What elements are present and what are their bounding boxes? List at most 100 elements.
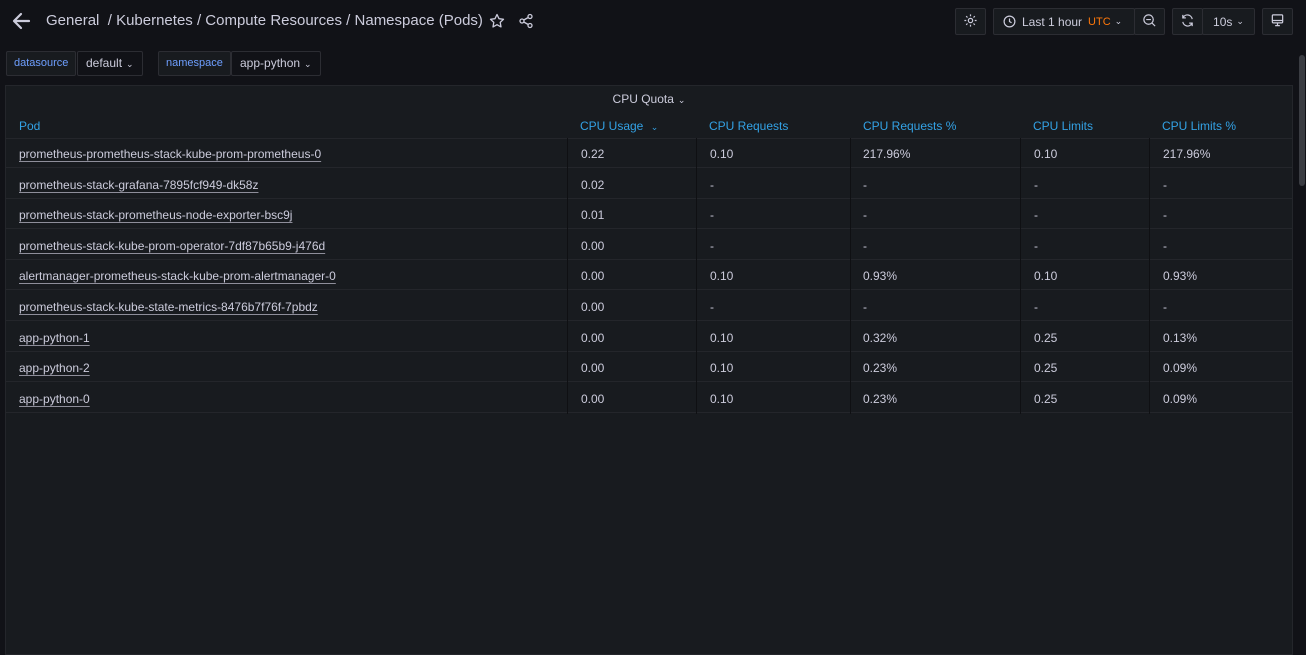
cell-pod[interactable]: app-python-1 bbox=[19, 331, 90, 345]
table-row: prometheus-prometheus-stack-kube-prom-pr… bbox=[6, 138, 1292, 168]
cell-cpu-limits: 0.25 bbox=[1034, 361, 1058, 376]
cell-cpu-limits-pct: 0.09% bbox=[1163, 361, 1198, 376]
cell-cpu-limits-pct: 217.96% bbox=[1163, 147, 1211, 161]
cell-cpu-limits: - bbox=[1034, 177, 1038, 192]
refresh-button[interactable] bbox=[1172, 8, 1203, 35]
dashboard-title[interactable]: Kubernetes / Compute Resources / Namespa… bbox=[116, 12, 483, 29]
cell-pod[interactable]: prometheus-stack-grafana-7895fcf949-dk58… bbox=[19, 178, 258, 192]
cell-pod[interactable]: prometheus-stack-prometheus-node-exporte… bbox=[19, 208, 292, 222]
time-range-label: Last 1 hour bbox=[1022, 14, 1083, 29]
sort-desc-icon: ⌄ bbox=[650, 122, 659, 132]
column-divider bbox=[850, 138, 851, 414]
cell-cpu-limits-pct: 0.13% bbox=[1163, 330, 1198, 345]
star-icon[interactable] bbox=[489, 13, 505, 29]
cell-cpu-requests: 0.10 bbox=[710, 330, 734, 345]
cell-cpu-usage: 0.00 bbox=[581, 391, 605, 406]
cell-cpu-limits: - bbox=[1034, 238, 1038, 253]
panel-title[interactable]: CPU Quota ⌄ bbox=[6, 92, 1292, 106]
cell-cpu-requests: - bbox=[710, 238, 714, 253]
tv-mode-button[interactable] bbox=[1262, 8, 1293, 35]
cell-cpu-limits-pct: - bbox=[1163, 208, 1167, 223]
cell-cpu-usage: 0.00 bbox=[581, 269, 605, 284]
refresh-icon bbox=[1180, 13, 1195, 31]
chevron-down-icon: ⌄ bbox=[1114, 16, 1123, 26]
cell-cpu-requests-pct: - bbox=[863, 300, 867, 314]
timezone-label: UTC bbox=[1088, 15, 1111, 28]
table-header: Pod CPU Usage ⌄ CPU Requests CPU Request… bbox=[6, 114, 1292, 139]
cell-cpu-requests: 0.10 bbox=[710, 269, 734, 284]
cell-cpu-usage: 0.00 bbox=[581, 330, 605, 345]
chevron-down-icon: ⌄ bbox=[677, 95, 686, 105]
cell-cpu-limits-pct: - bbox=[1163, 238, 1167, 253]
time-range-picker[interactable]: Last 1 hour UTC ⌄ bbox=[993, 8, 1135, 35]
cell-pod[interactable]: prometheus-stack-kube-prom-operator-7df8… bbox=[19, 239, 325, 253]
variable-label-namespace: namespace bbox=[158, 51, 231, 76]
cell-cpu-requests-pct: 0.23% bbox=[863, 361, 898, 376]
column-divider bbox=[567, 138, 568, 414]
refresh-interval-picker[interactable]: 10s ⌄ bbox=[1202, 8, 1255, 35]
page-scrollbar[interactable] bbox=[1299, 55, 1305, 186]
table-row: app-python-1 0.00 0.10 0.32% 0.25 0.13% bbox=[6, 322, 1292, 352]
variable-value-datasource: default bbox=[86, 56, 123, 70]
panel-title-text: CPU Quota bbox=[612, 92, 674, 106]
breadcrumb-separator: / bbox=[107, 12, 112, 29]
variable-label-datasource: datasource bbox=[6, 51, 77, 76]
cell-cpu-usage: 0.02 bbox=[581, 177, 605, 192]
column-header-cpu-requests[interactable]: CPU Requests bbox=[709, 119, 788, 133]
cell-cpu-usage: 0.00 bbox=[581, 238, 605, 253]
cell-pod[interactable]: prometheus-prometheus-stack-kube-prom-pr… bbox=[19, 147, 321, 161]
cell-cpu-requests-pct: 0.32% bbox=[863, 330, 898, 345]
back-arrow-icon[interactable] bbox=[10, 10, 32, 32]
gear-icon bbox=[963, 13, 978, 31]
cell-cpu-requests-pct: - bbox=[863, 208, 867, 223]
clock-icon bbox=[1003, 15, 1016, 28]
breadcrumb-folder[interactable]: General bbox=[46, 12, 99, 29]
column-divider bbox=[1020, 138, 1021, 414]
cell-cpu-limits: 0.10 bbox=[1034, 147, 1058, 161]
column-header-cpu-limits-pct[interactable]: CPU Limits % bbox=[1162, 119, 1236, 133]
cell-cpu-requests-pct: 217.96% bbox=[863, 147, 911, 161]
cell-pod[interactable]: prometheus-stack-kube-state-metrics-8476… bbox=[19, 300, 318, 314]
table-row: app-python-0 0.00 0.10 0.23% 0.25 0.09% bbox=[6, 383, 1292, 413]
dashboard-settings-button[interactable] bbox=[955, 8, 986, 35]
cell-cpu-requests-pct: - bbox=[863, 238, 867, 253]
cell-cpu-usage: 0.00 bbox=[581, 361, 605, 376]
cell-cpu-limits-pct: - bbox=[1163, 177, 1167, 192]
table-row: prometheus-stack-prometheus-node-exporte… bbox=[6, 199, 1292, 230]
cell-cpu-limits: 0.25 bbox=[1034, 391, 1058, 406]
cell-cpu-requests-pct: 0.93% bbox=[863, 269, 898, 284]
zoom-out-button[interactable] bbox=[1134, 8, 1165, 35]
cell-pod[interactable]: alertmanager-prometheus-stack-kube-prom-… bbox=[19, 269, 336, 283]
cell-cpu-requests: - bbox=[710, 208, 714, 223]
cell-cpu-usage: 0.01 bbox=[581, 208, 605, 223]
cell-cpu-usage: 0.00 bbox=[581, 300, 605, 314]
top-nav: General / Kubernetes / Compute Resources… bbox=[0, 0, 1306, 44]
share-icon[interactable] bbox=[518, 13, 534, 29]
cell-cpu-limits-pct: - bbox=[1163, 300, 1167, 314]
cell-cpu-limits: 0.25 bbox=[1034, 330, 1058, 345]
zoom-out-icon bbox=[1142, 13, 1157, 31]
cell-pod[interactable]: app-python-2 bbox=[19, 361, 90, 375]
column-header-cpu-limits[interactable]: CPU Limits bbox=[1033, 119, 1093, 133]
cell-cpu-limits-pct: 0.09% bbox=[1163, 391, 1198, 406]
table-row: prometheus-stack-kube-state-metrics-8476… bbox=[6, 291, 1292, 321]
cell-pod[interactable]: app-python-0 bbox=[19, 392, 90, 406]
cell-cpu-limits: - bbox=[1034, 300, 1038, 314]
variable-select-namespace[interactable]: app-python ⌄ bbox=[231, 51, 321, 76]
cell-cpu-limits: - bbox=[1034, 208, 1038, 223]
cpu-quota-panel: CPU Quota ⌄ Pod CPU Usage ⌄ CPU Requests … bbox=[5, 85, 1293, 655]
cell-cpu-requests: 0.10 bbox=[710, 391, 734, 406]
column-divider bbox=[1149, 138, 1150, 414]
variable-value-namespace: app-python bbox=[240, 56, 301, 70]
table-row: app-python-2 0.00 0.10 0.23% 0.25 0.09% bbox=[6, 352, 1292, 383]
breadcrumb: General / Kubernetes / Compute Resources… bbox=[46, 12, 483, 29]
column-header-cpu-usage[interactable]: CPU Usage ⌄ bbox=[580, 119, 658, 133]
table-row: alertmanager-prometheus-stack-kube-prom-… bbox=[6, 260, 1292, 291]
variable-select-datasource[interactable]: default ⌄ bbox=[77, 51, 143, 76]
chevron-down-icon: ⌄ bbox=[304, 59, 312, 69]
column-header-pod[interactable]: Pod bbox=[19, 119, 40, 133]
table-row: prometheus-stack-grafana-7895fcf949-dk58… bbox=[6, 169, 1292, 199]
chevron-down-icon: ⌄ bbox=[126, 59, 134, 69]
column-header-cpu-requests-pct[interactable]: CPU Requests % bbox=[863, 119, 956, 133]
cell-cpu-requests-pct: - bbox=[863, 177, 867, 192]
